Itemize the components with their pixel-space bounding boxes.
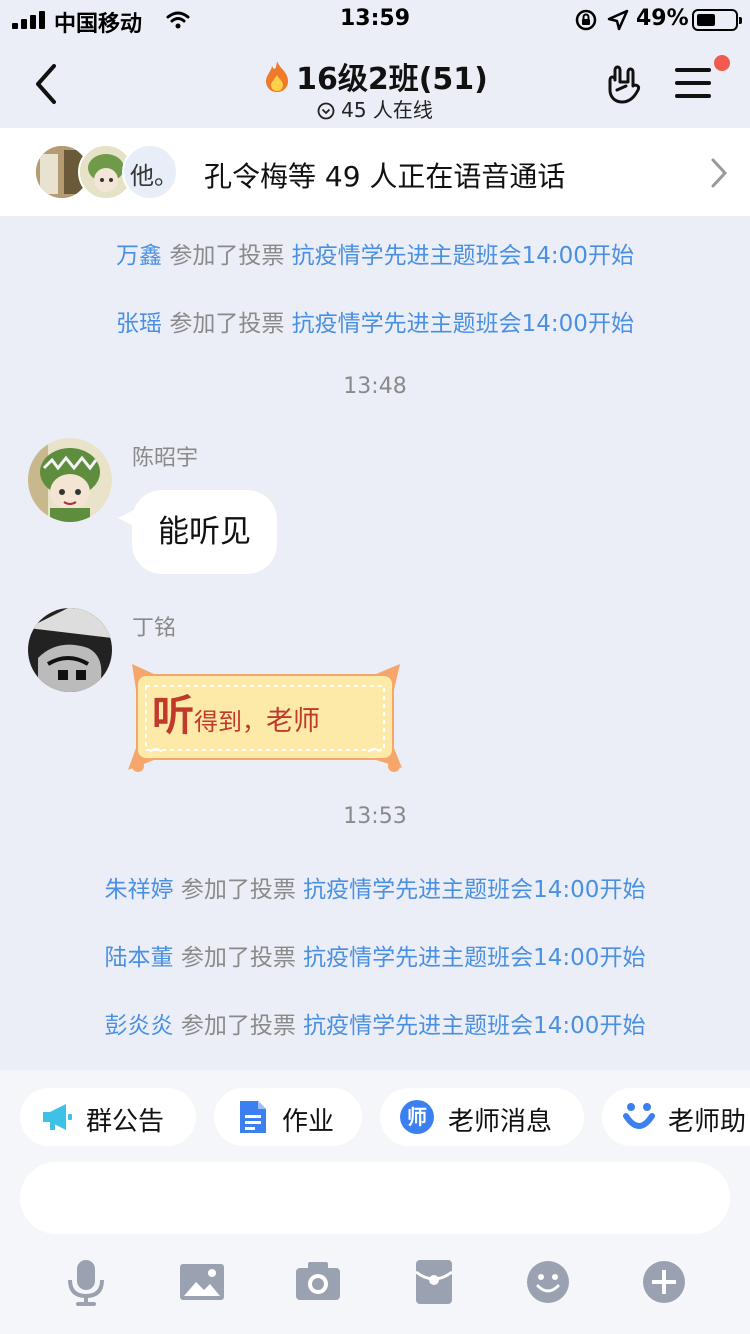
rotation-lock-icon: [575, 9, 597, 31]
microphone-icon[interactable]: [62, 1258, 110, 1306]
voter-name[interactable]: 陆本董: [105, 945, 174, 971]
menu-button[interactable]: [675, 68, 711, 100]
camera-icon[interactable]: [294, 1258, 342, 1306]
assistant-icon: [623, 1103, 655, 1129]
vote-topic-link[interactable]: 抗疫情学先进主题班会14:00开始: [292, 243, 634, 269]
vote-topic-link[interactable]: 抗疫情学先进主题班会14:00开始: [303, 1013, 645, 1039]
sender-name: 陈昭宇: [132, 446, 199, 471]
voter-name[interactable]: 彭炎炎: [105, 1013, 174, 1039]
red-packet-icon[interactable]: [410, 1258, 458, 1306]
battery-level: [697, 14, 715, 26]
teacher-messages-button[interactable]: 师 老师消息: [380, 1088, 584, 1146]
vote-notice: 彭炎炎 参加了投票 抗疫情学先进主题班会14:00开始: [104, 1013, 646, 1039]
sender-name: 丁铭: [132, 616, 177, 641]
fire-icon: [266, 61, 289, 92]
battery-icon: [692, 9, 742, 31]
homework-button[interactable]: 作业: [214, 1088, 362, 1146]
document-icon: [240, 1101, 266, 1133]
megaphone-icon: [43, 1104, 72, 1130]
sticker-text: 听得到，老师: [152, 691, 321, 740]
location-arrow-icon: [607, 9, 629, 31]
vote-topic-link[interactable]: 抗疫情学先进主题班会14:00开始: [303, 877, 645, 903]
chevron-right-icon: [711, 158, 728, 188]
vote-notice: 朱祥婷 参加了投票 抗疫情学先进主题班会14:00开始: [104, 877, 646, 903]
timestamp: 13:48: [343, 374, 407, 399]
participant-avatar: 他。: [122, 144, 178, 200]
voter-name[interactable]: 朱祥婷: [105, 877, 174, 903]
emoji-icon[interactable]: [524, 1258, 572, 1306]
voter-name[interactable]: 万鑫: [116, 243, 162, 269]
vote-notice: 万鑫 参加了投票 抗疫情学先进主题班会14:00开始: [116, 243, 634, 269]
vote-notice: 陆本董 参加了投票 抗疫情学先进主题班会14:00开始: [104, 945, 646, 971]
notification-dot: [714, 55, 730, 71]
avatar[interactable]: [28, 608, 112, 692]
message-bubble[interactable]: 能听见: [132, 490, 277, 574]
vote-topic-link[interactable]: 抗疫情学先进主题班会14:00开始: [292, 311, 634, 337]
plus-icon[interactable]: [640, 1258, 688, 1306]
status-bar: 中国移动 13:59 49%: [0, 0, 750, 40]
vote-topic-link[interactable]: 抗疫情学先进主题班会14:00开始: [303, 945, 645, 971]
group-announcement-button[interactable]: 群公告: [20, 1088, 196, 1146]
timestamp: 13:53: [343, 804, 407, 829]
teacher-assistant-button[interactable]: 老师助: [602, 1088, 750, 1146]
image-icon[interactable]: [178, 1258, 226, 1306]
voice-call-text: 孔令梅等 49 人正在语音通话: [204, 160, 566, 193]
chat-title: 16级2班(51): [296, 62, 488, 97]
battery-percentage: 49%: [636, 6, 689, 31]
teacher-badge-icon: 师: [400, 1100, 434, 1134]
voice-call-banner[interactable]: 他。 孔令梅等 49 人正在语音通话: [0, 128, 750, 216]
chevron-circle-icon: [317, 102, 335, 120]
rock-hand-icon[interactable]: [602, 62, 646, 106]
voter-name[interactable]: 张瑶: [116, 311, 162, 337]
avatar[interactable]: [28, 438, 112, 522]
message-input[interactable]: [20, 1162, 730, 1234]
vote-notice: 张瑶 参加了投票 抗疫情学先进主题班会14:00开始: [116, 311, 634, 337]
online-count: 45 人在线: [341, 98, 433, 122]
